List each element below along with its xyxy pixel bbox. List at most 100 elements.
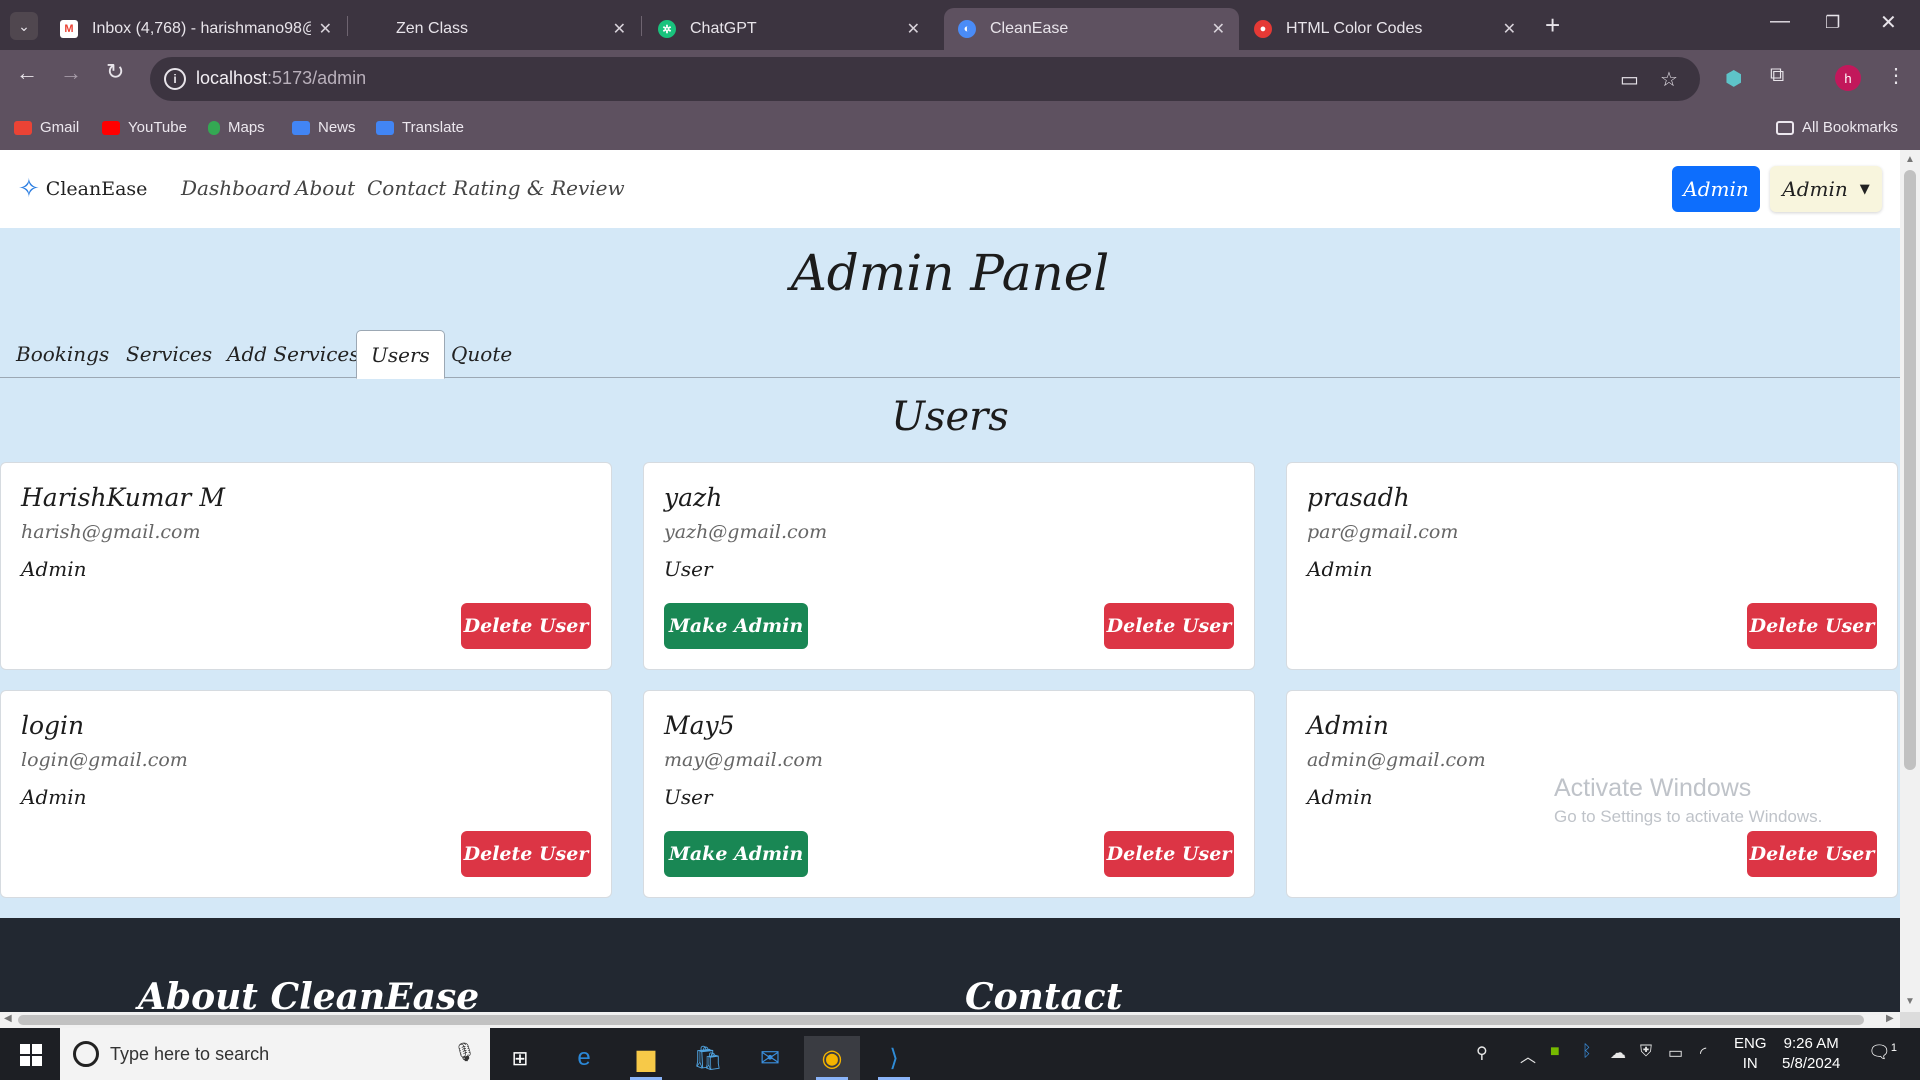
close-tab-icon[interactable]: ✕ [319, 19, 332, 39]
scroll-right-icon[interactable]: ▶ [1886, 1013, 1894, 1024]
delete-user-button[interactable]: Delete User [1104, 831, 1234, 877]
edge-icon[interactable]: e [556, 1036, 612, 1080]
site-info-icon[interactable]: i [164, 68, 186, 90]
admin-dropdown[interactable]: Admin ▼ [1770, 166, 1882, 212]
windows-taskbar: Type here to search 🎙 ⊞ e ▆ 🛍 ✉ ◉ ⟩ ⚲ ︿ … [0, 1028, 1920, 1080]
tab-title: Inbox (4,768) - harishmano98@ [92, 20, 311, 37]
security-icon[interactable]: ⛨ [1640, 1043, 1652, 1061]
tab-title: Zen Class [396, 20, 469, 37]
bookmark-news[interactable]: News [292, 119, 356, 136]
tab-bookings[interactable]: Bookings [2, 330, 123, 378]
tab-search-chevron-icon[interactable]: ⌄ [10, 12, 38, 40]
tray-chevron-icon[interactable]: ︿ [1520, 1043, 1536, 1067]
vscode-icon[interactable]: ⟩ [866, 1036, 922, 1080]
install-app-icon[interactable]: ▭ [1620, 67, 1639, 92]
tab-quote[interactable]: Quote [437, 330, 526, 378]
tab-zen-class[interactable]: Zen Class ✕ [350, 8, 640, 50]
scroll-up-icon[interactable]: ▲ [1905, 154, 1915, 165]
forward-arrow-icon[interactable]: → [60, 60, 82, 86]
tab-cleanease[interactable]: ◐ CleanEase ✕ [944, 8, 1239, 50]
user-card: May5 may@gmail.com User Make Admin Delet… [643, 690, 1255, 898]
bookmark-star-icon[interactable]: ☆ [1660, 67, 1678, 92]
tab-add-services[interactable]: Add Services [213, 330, 374, 378]
url-text[interactable]: localhost:5173/admin [196, 68, 366, 89]
browser-toolbar: ← → ↻ i localhost:5173/admin ▭ ☆ ⬢ ⧉ h ⋮ [0, 50, 1920, 108]
task-view-icon[interactable]: ⊞ [492, 1036, 548, 1080]
windows-start-icon[interactable] [20, 1044, 42, 1066]
bookmark-gmail[interactable]: Gmail [14, 119, 79, 136]
language-indicator[interactable]: ENG IN [1734, 1034, 1767, 1074]
delete-user-button[interactable]: Delete User [1747, 831, 1877, 877]
delete-user-button[interactable]: Delete User [461, 603, 591, 649]
chatgpt-icon: ✲ [658, 20, 676, 38]
restore-icon[interactable]: ❐ [1825, 13, 1840, 33]
back-arrow-icon[interactable]: ← [16, 60, 38, 86]
mail-icon[interactable]: ✉ [742, 1036, 798, 1080]
nav-contact[interactable]: Contact [367, 176, 446, 200]
reload-icon[interactable]: ↻ [106, 59, 124, 85]
new-tab-button[interactable]: + [1545, 10, 1560, 41]
nav-dashboard[interactable]: Dashboard [181, 176, 291, 200]
tab-users[interactable]: Users [356, 330, 445, 379]
search-circle-icon [73, 1041, 99, 1067]
horizontal-scrollbar[interactable]: ◀ ▶ [0, 1012, 1900, 1028]
chrome-icon[interactable]: ◉ [804, 1036, 860, 1080]
store-icon[interactable]: 🛍 [680, 1036, 736, 1080]
notification-icon[interactable]: 🗨1 [1868, 1042, 1897, 1063]
minimize-icon[interactable]: — [1770, 10, 1790, 33]
nav-rating-review[interactable]: Rating & Review [453, 176, 625, 200]
battery-icon[interactable]: ▭ [1668, 1043, 1683, 1063]
tab-title: HTML Color Codes [1286, 20, 1423, 37]
menu-kebab-icon[interactable]: ⋮ [1886, 63, 1906, 88]
close-tab-icon[interactable]: ✕ [613, 19, 626, 39]
make-admin-button[interactable]: Make Admin [664, 831, 808, 877]
all-bookmarks[interactable]: All Bookmarks [1776, 119, 1898, 136]
user-email: yazh@gmail.com [664, 521, 828, 543]
scroll-down-icon[interactable]: ▼ [1905, 996, 1915, 1007]
delete-user-button[interactable]: Delete User [461, 831, 591, 877]
file-explorer-icon[interactable]: ▆ [618, 1036, 674, 1080]
tab-separator [641, 16, 642, 36]
html-color-codes-icon: ● [1254, 20, 1272, 38]
extensions-puzzle-icon[interactable]: ⧉ [1770, 64, 1784, 87]
close-tab-icon[interactable]: ✕ [1503, 19, 1516, 39]
bluetooth-icon[interactable]: ᛒ [1582, 1043, 1592, 1061]
make-admin-button[interactable]: Make Admin [664, 603, 808, 649]
bookmark-translate[interactable]: Translate [376, 119, 464, 136]
delete-user-button[interactable]: Delete User [1747, 603, 1877, 649]
user-role: Admin [1307, 557, 1373, 581]
site-brand[interactable]: ✧ CleanEase [18, 174, 147, 204]
clock[interactable]: 9:26 AM 5/8/2024 [1782, 1034, 1840, 1074]
news-icon [292, 120, 310, 135]
microphone-icon[interactable]: 🎙 [453, 1042, 476, 1063]
close-tab-icon[interactable]: ✕ [1212, 19, 1225, 39]
scroll-thumb[interactable] [1904, 170, 1916, 770]
user-email: admin@gmail.com [1307, 749, 1486, 771]
footer-contact-heading: Contact [965, 976, 1123, 1012]
admin-button[interactable]: Admin [1672, 166, 1760, 212]
tab-title: ChatGPT [690, 20, 757, 37]
delete-user-button[interactable]: Delete User [1104, 603, 1234, 649]
extension-icon[interactable]: ⬢ [1725, 66, 1742, 91]
close-window-icon[interactable]: ✕ [1880, 10, 1897, 35]
bookmark-maps[interactable]: Maps [208, 119, 265, 136]
taskbar-search[interactable]: Type here to search 🎙 [60, 1028, 490, 1080]
tab-html-color-codes[interactable]: ● HTML Color Codes ✕ [1240, 8, 1530, 50]
scroll-thumb[interactable] [18, 1015, 1864, 1025]
user-role: User [664, 785, 713, 809]
profile-avatar[interactable]: h [1835, 65, 1861, 91]
wifi-icon[interactable]: ◜ [1700, 1043, 1706, 1063]
nvidia-icon[interactable]: ■ [1550, 1043, 1560, 1061]
tab-gmail[interactable]: M Inbox (4,768) - harishmano98@ ✕ [46, 8, 346, 50]
nav-about[interactable]: About [295, 176, 355, 200]
onedrive-icon[interactable]: ☁ [1610, 1043, 1626, 1063]
people-icon[interactable]: ⚲ [1476, 1043, 1488, 1063]
bookmark-youtube[interactable]: YouTube [102, 119, 187, 136]
scroll-left-icon[interactable]: ◀ [4, 1013, 12, 1024]
tab-chatgpt[interactable]: ✲ ChatGPT ✕ [644, 8, 934, 50]
close-tab-icon[interactable]: ✕ [907, 19, 920, 39]
site-navbar: ✧ CleanEase Dashboard About Contact Rati… [0, 150, 1900, 228]
address-bar[interactable]: i localhost:5173/admin ▭ ☆ [150, 57, 1700, 101]
tab-services[interactable]: Services [112, 330, 226, 378]
vertical-scrollbar[interactable]: ▲ ▼ [1900, 150, 1920, 1012]
